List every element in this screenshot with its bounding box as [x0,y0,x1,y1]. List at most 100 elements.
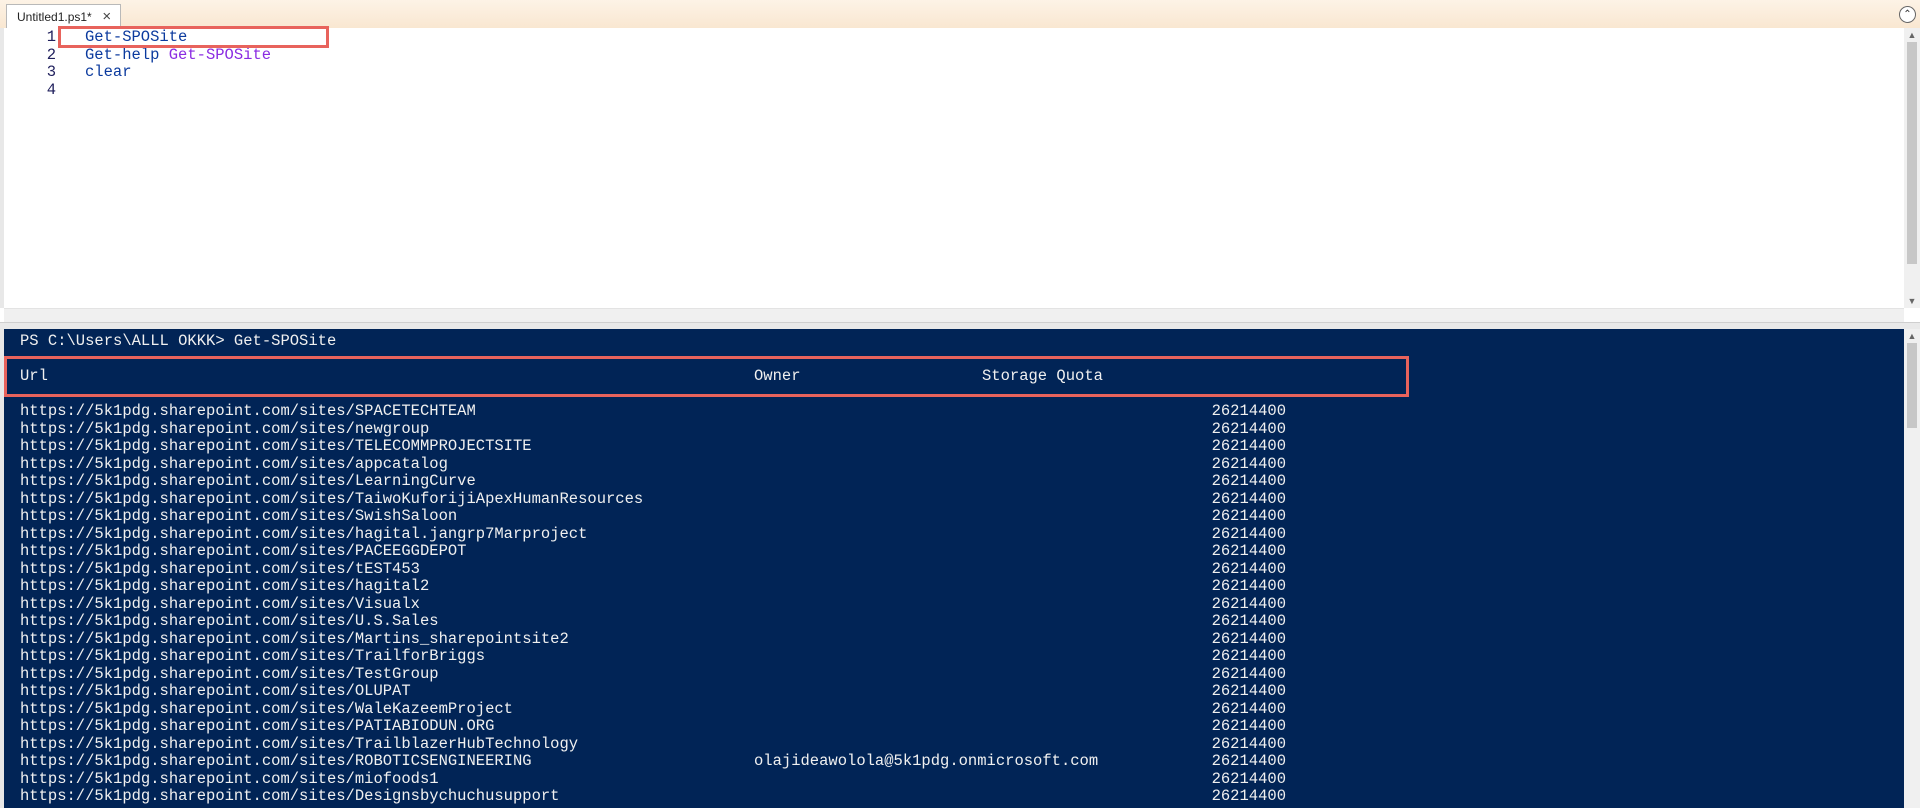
output-row: https://5k1pdg.sharepoint.com/sites/tEST… [20,559,1908,579]
storage-quota: 26214400 [1211,402,1286,420]
site-url: https://5k1pdg.sharepoint.com/sites/Trai… [20,734,579,753]
scroll-down-icon[interactable]: ▼ [1904,294,1920,308]
scroll-up-icon[interactable]: ▲ [1904,329,1920,343]
output-row: https://5k1pdg.sharepoint.com/sites/Lear… [20,472,1908,491]
storage-quota: 26214400 [1211,419,1286,438]
storage-quota: 26214400 [1211,594,1286,613]
site-url: https://5k1pdg.sharepoint.com/sites/U.S.… [20,612,439,630]
site-url: https://5k1pdg.sharepoint.com/sites/tEST… [20,559,420,578]
output-rows: https://5k1pdg.sharepoint.com/sites/SPAC… [20,402,1908,806]
header-owner: Owner [754,367,801,385]
site-url: https://5k1pdg.sharepoint.com/sites/Wale… [20,699,513,718]
output-row: https://5k1pdg.sharepoint.com/sites/Mart… [20,629,1908,649]
code-command: clear [85,63,132,81]
code-text: clear [56,63,132,82]
output-row: https://5k1pdg.sharepoint.com/sites/hagi… [20,524,1908,544]
site-url: https://5k1pdg.sharepoint.com/sites/appc… [20,454,448,473]
code-text: Get-help Get-SPOSite [56,45,272,65]
storage-quota: 26214400 [1211,437,1286,455]
storage-quota: 26214400 [1211,664,1286,683]
storage-quota: 26214400 [1211,629,1286,648]
storage-quota: 26214400 [1211,542,1286,560]
site-url: https://5k1pdg.sharepoint.com/sites/hagi… [20,577,430,595]
site-url: https://5k1pdg.sharepoint.com/sites/Mart… [20,629,569,648]
output-row: https://5k1pdg.sharepoint.com/sites/Trai… [20,647,1908,666]
scroll-up-icon[interactable]: ▲ [1904,28,1920,42]
site-url: https://5k1pdg.sharepoint.com/sites/Swis… [20,507,458,525]
storage-quota: 26214400 [1211,472,1286,490]
line-number: 2 [46,45,56,64]
editor-scroll-thumb[interactable] [1907,42,1917,264]
site-url: https://5k1pdg.sharepoint.com/sites/newg… [20,419,430,438]
site-url: https://5k1pdg.sharepoint.com/sites/Trai… [20,647,486,665]
console-prompt: PS C:\Users\ALLL OKKK> Get-SPOSite [20,332,337,350]
site-url: https://5k1pdg.sharepoint.com/sites/SPAC… [20,402,476,420]
output-row: https://5k1pdg.sharepoint.com/sites/hagi… [20,577,1908,596]
site-url: https://5k1pdg.sharepoint.com/sites/OLUP… [20,682,411,700]
storage-quota: 26214400 [1211,717,1286,735]
site-url: https://5k1pdg.sharepoint.com/sites/Lear… [20,472,476,490]
output-row: https://5k1pdg.sharepoint.com/sites/PATI… [20,717,1908,736]
output-row: https://5k1pdg.sharepoint.com/sites/U.S.… [20,612,1908,631]
storage-quota: 26214400 [1211,489,1286,508]
output-row: https://5k1pdg.sharepoint.com/sites/Taiw… [20,489,1908,509]
storage-quota: 26214400 [1211,612,1286,630]
console-pane[interactable]: PS C:\Users\ALLL OKKK> Get-SPOSite Url O… [0,329,1920,808]
line-number: 3 [46,63,56,81]
line-number: 1 [46,28,56,46]
output-row: https://5k1pdg.sharepoint.com/sites/ROBO… [20,752,1908,771]
storage-quota: 26214400 [1211,524,1286,543]
tab-strip: Untitled1.ps1* × ⌃ [0,0,1920,29]
header-storage-quota: Storage Quota [982,367,1103,385]
site-url: https://5k1pdg.sharepoint.com/sites/miof… [20,769,439,788]
storage-quota: 26214400 [1211,647,1286,665]
line-number: 4 [46,80,56,99]
site-url: https://5k1pdg.sharepoint.com/sites/hagi… [20,524,588,543]
site-url: https://5k1pdg.sharepoint.com/sites/TELE… [20,437,532,455]
output-row: https://5k1pdg.sharepoint.com/sites/SPAC… [20,402,1908,421]
storage-quota: 26214400 [1211,752,1286,770]
storage-quota: 26214400 [1211,507,1286,525]
output-row: https://5k1pdg.sharepoint.com/sites/appc… [20,454,1908,474]
script-editor[interactable]: 1 Get-SPOSite 2 Get-help Get-SPOSite 3 clear 4 [0,28,1920,308]
highlight-box-command [58,26,329,48]
site-url: https://5k1pdg.sharepoint.com/sites/PATI… [20,717,495,735]
output-row: https://5k1pdg.sharepoint.com/sites/PACE… [20,542,1908,561]
output-row: https://5k1pdg.sharepoint.com/sites/Test… [20,664,1908,684]
editor-vertical-scrollbar[interactable]: ▲ ▼ [1904,28,1920,308]
storage-quota: 26214400 [1211,734,1286,753]
output-row: https://5k1pdg.sharepoint.com/sites/Visu… [20,594,1908,614]
storage-quota: 26214400 [1211,559,1286,578]
output-row: https://5k1pdg.sharepoint.com/sites/Desi… [20,787,1908,806]
storage-quota: 26214400 [1211,787,1286,805]
output-row: https://5k1pdg.sharepoint.com/sites/newg… [20,419,1908,439]
output-row: https://5k1pdg.sharepoint.com/sites/Wale… [20,699,1908,719]
editor-horizontal-scrollbar[interactable] [4,308,1904,323]
tab-untitled1[interactable]: Untitled1.ps1* × [6,4,121,28]
editor-line[interactable]: 4 [4,80,271,100]
output-header-row: Url Owner Storage Quota [20,367,1908,386]
site-url: https://5k1pdg.sharepoint.com/sites/Desi… [20,787,560,805]
site-url: https://5k1pdg.sharepoint.com/sites/Test… [20,664,439,683]
output-row: https://5k1pdg.sharepoint.com/sites/Trai… [20,734,1908,754]
output-row: https://5k1pdg.sharepoint.com/sites/Swis… [20,507,1908,526]
code-argument: Get-SPOSite [168,45,272,64]
site-url: https://5k1pdg.sharepoint.com/sites/ROBO… [20,752,532,770]
site-url: https://5k1pdg.sharepoint.com/sites/PACE… [20,542,467,560]
output-row: https://5k1pdg.sharepoint.com/sites/OLUP… [20,682,1908,701]
storage-quota: 26214400 [1211,682,1286,700]
output-row: https://5k1pdg.sharepoint.com/sites/TELE… [20,437,1908,456]
collapse-script-pane-icon[interactable]: ⌃ [1899,6,1916,23]
console-scroll-thumb[interactable] [1907,343,1917,428]
close-icon[interactable]: × [100,9,114,24]
storage-quota: 26214400 [1211,454,1286,473]
editor-line[interactable]: 2 Get-help Get-SPOSite [4,45,272,65]
console-vertical-scrollbar[interactable]: ▲ [1904,329,1920,808]
tab-title: Untitled1.ps1* [17,9,92,24]
storage-quota: 26214400 [1211,699,1286,718]
site-url: https://5k1pdg.sharepoint.com/sites/Taiw… [20,489,644,508]
output-row: https://5k1pdg.sharepoint.com/sites/miof… [20,769,1908,789]
header-url: Url [20,367,48,385]
editor-line[interactable]: 3 clear [4,63,271,82]
